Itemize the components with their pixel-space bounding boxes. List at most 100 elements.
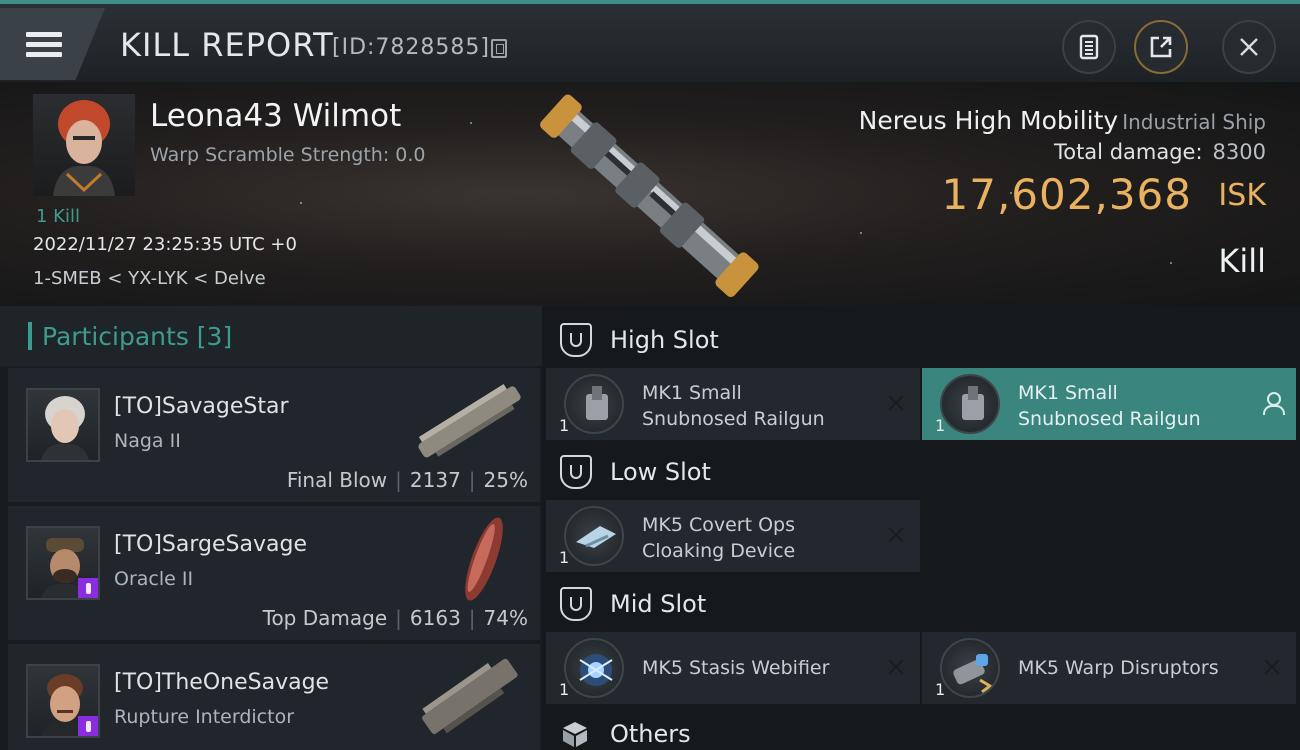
module-quantity: 1 <box>559 416 570 435</box>
separator: | <box>468 606 476 630</box>
module-name-line2: Snubnosed Railgun <box>1018 408 1201 430</box>
badge-icon <box>78 578 98 598</box>
slot-label: Others <box>610 720 691 748</box>
share-button[interactable] <box>1134 20 1188 74</box>
separator: | <box>468 468 476 492</box>
victim-banner: Leona43 Wilmot Warp Scramble Strength: 0… <box>0 82 1300 306</box>
page-title: KILL REPORT <box>120 26 334 64</box>
shield-icon <box>560 587 592 621</box>
shield-icon <box>560 455 592 489</box>
module-quantity: 1 <box>559 548 570 567</box>
participant-name: [TO]SavageStar <box>114 394 289 419</box>
participant-ship: Rupture Interdictor <box>114 706 294 728</box>
isk-value: 17,602,368 <box>941 170 1192 219</box>
participant-row[interactable]: [TO]SavageStar Naga II Final Blow | 2137 | 2… <box>8 368 540 502</box>
high-slot-header: High Slot <box>560 320 719 360</box>
participant-stats: Top Damage | 6163 | 74% <box>263 606 528 630</box>
participant-ship: Naga II <box>114 430 181 452</box>
participant-stats: Final Blow | 2137 | 25% <box>287 468 528 492</box>
railgun-icon <box>940 374 1000 434</box>
participant-row[interactable]: [TO]TheOneSavage Rupture Interdictor <box>8 644 540 750</box>
total-damage-label: Total damage: <box>1053 140 1203 164</box>
module-name-line2: Snubnosed Railgun <box>642 408 825 430</box>
module-name: MK1 Small Snubnosed Railgun <box>642 380 872 432</box>
module-item[interactable]: 1 MK1 Small Snubnosed Railgun <box>546 368 920 440</box>
participant-damage: 6163 <box>409 606 461 630</box>
share-icon <box>1150 36 1172 58</box>
kill-type-label: Kill <box>1218 242 1266 280</box>
module-item-selected[interactable]: 1 MK1 Small Snubnosed Railgun <box>922 368 1296 440</box>
warp-scramble-strength: Warp Scramble Strength: 0.0 <box>150 144 426 166</box>
victim-avatar <box>53 100 115 196</box>
participant-percent: 25% <box>483 468 528 492</box>
kill-count: 1 Kill <box>36 206 80 227</box>
cloak-icon <box>564 506 624 566</box>
module-quantity: 1 <box>935 680 946 699</box>
module-quantity: 1 <box>935 416 946 435</box>
slot-label: Low Slot <box>610 458 711 486</box>
participant-ship-image <box>465 517 503 601</box>
railgun-icon <box>564 374 624 434</box>
total-damage: Total damage: 8300 <box>1054 140 1266 164</box>
module-name-line1: MK1 Small <box>642 382 742 404</box>
low-slot-header: Low Slot <box>560 452 711 492</box>
destroyed-x-icon <box>886 525 906 545</box>
module-name-line2: Cloaking Device <box>642 540 796 562</box>
module-name: MK5 Warp Disruptors <box>1018 657 1219 679</box>
menu-button[interactable] <box>0 8 105 80</box>
kill-location[interactable]: 1-SMEB < YX-LYK < Delve <box>33 268 266 289</box>
slot-label: High Slot <box>610 326 719 354</box>
participant-ship: Oracle II <box>114 568 194 590</box>
badge-icon <box>78 716 98 736</box>
avatar[interactable] <box>26 664 100 738</box>
avatar[interactable] <box>26 526 100 600</box>
participant-name: [TO]TheOneSavage <box>114 670 330 695</box>
participants-panel: Participants [3] [TO]SavageStar Naga II … <box>0 306 542 750</box>
participant-portrait <box>40 396 90 460</box>
report-id: [ID:7828585] <box>332 35 490 60</box>
section-marker <box>28 322 32 350</box>
kill-timestamp: 2022/11/27 23:25:35 UTC +0 <box>33 234 297 255</box>
module-name-line1: MK5 Covert Ops <box>642 514 796 536</box>
victim-portrait[interactable] <box>33 94 135 196</box>
dropped-person-icon <box>1262 392 1285 415</box>
victim-ship-image[interactable] <box>520 90 780 300</box>
separator: | <box>395 468 402 492</box>
ship-name-text: Nereus High Mobility <box>858 106 1119 135</box>
module-name: MK5 Covert Ops Cloaking Device <box>642 512 872 564</box>
close-button[interactable] <box>1222 20 1276 74</box>
participants-label: Participants [3] <box>42 321 233 351</box>
module-item[interactable]: 1 MK5 Warp Disruptors <box>922 632 1296 704</box>
participants-header: Participants [3] <box>0 306 542 366</box>
notes-button[interactable] <box>1062 20 1116 74</box>
destroyed-x-icon <box>886 393 906 413</box>
participant-name: [TO]SargeSavage <box>114 532 307 557</box>
participant-row[interactable]: [TO]SargeSavage Oracle II Top Damage | 616… <box>8 506 540 640</box>
victim-ship-name[interactable]: Nereus High Mobility Industrial Ship <box>859 106 1266 135</box>
destroyed-x-icon <box>1262 657 1282 677</box>
fitting-panel: High Slot 1 MK1 Small Snubnosed Railgun … <box>542 306 1300 750</box>
document-icon <box>1079 34 1099 60</box>
ship-class-text: Industrial Ship <box>1122 110 1266 134</box>
total-damage-value: 8300 <box>1212 140 1266 164</box>
close-icon <box>1240 38 1258 56</box>
module-quantity: 1 <box>559 680 570 699</box>
module-item[interactable]: 1 MK5 Covert Ops Cloaking Device <box>546 500 920 572</box>
participant-ship-image <box>422 658 518 735</box>
avatar[interactable] <box>26 388 100 462</box>
webifier-icon <box>564 638 624 698</box>
others-header: Others <box>560 714 691 750</box>
module-name-line1: MK1 Small <box>1018 382 1118 404</box>
top-bar: KILL REPORT [ID:7828585] <box>0 0 1300 82</box>
victim-name[interactable]: Leona43 Wilmot <box>150 98 401 134</box>
participant-damage: 2137 <box>409 468 461 492</box>
isk-unit: ISK <box>1218 178 1266 213</box>
participant-tag: Top Damage <box>262 606 388 630</box>
destroyed-x-icon <box>886 657 906 677</box>
participant-tag: Final Blow <box>286 468 388 492</box>
separator: | <box>395 606 402 630</box>
participant-percent: 74% <box>483 606 528 630</box>
cube-icon <box>563 722 587 747</box>
module-item[interactable]: 1 MK5 Stasis Webifier <box>546 632 920 704</box>
copy-icon[interactable] <box>491 39 507 58</box>
